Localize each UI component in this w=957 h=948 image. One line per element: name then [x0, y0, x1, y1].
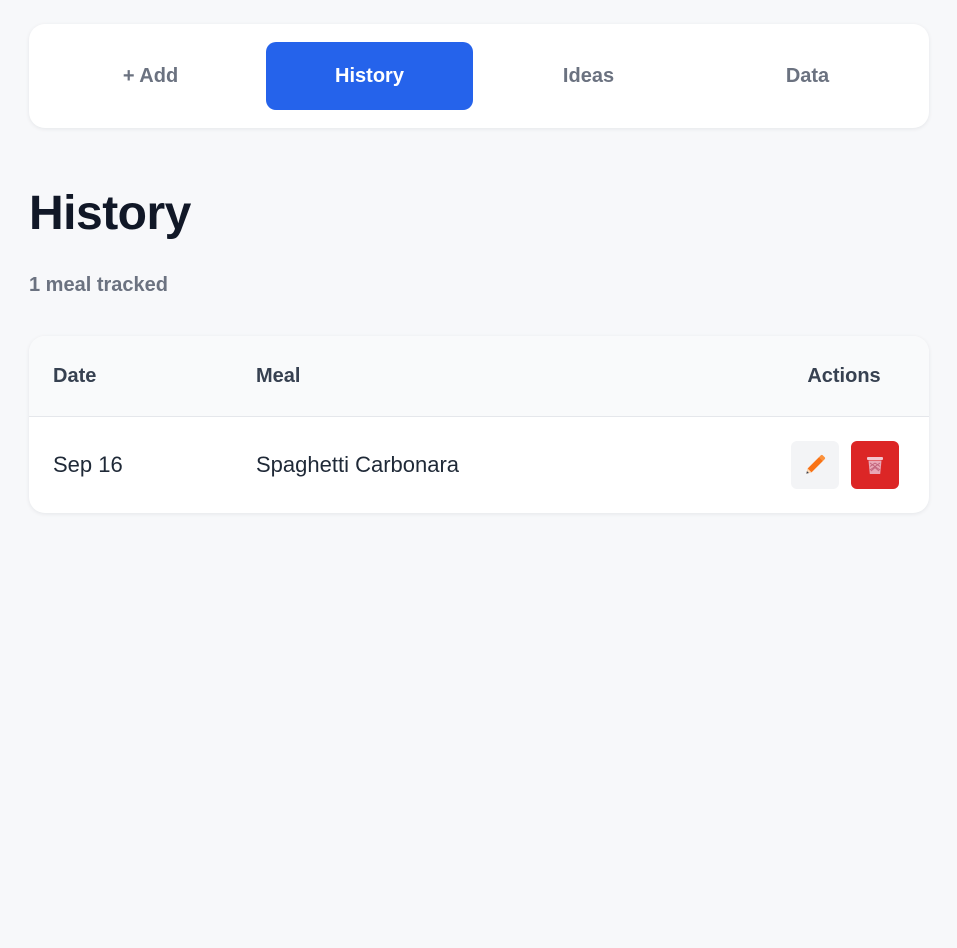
column-header-actions: Actions [807, 364, 881, 387]
delete-button[interactable] [851, 441, 899, 489]
tab-ideas[interactable]: Ideas [485, 42, 692, 110]
meal-count: 1 meal tracked [29, 274, 168, 296]
column-header-meal: Meal [256, 364, 301, 387]
page: + Add History Ideas Data History 1 meal … [0, 0, 957, 948]
row-actions [759, 441, 929, 489]
tab-data[interactable]: Data [704, 42, 911, 110]
row-meal: Spaghetti Carbonara [256, 452, 460, 477]
history-table: Date Meal Actions Sep 16 Spaghetti Carbo… [29, 336, 929, 513]
tab-history[interactable]: History [266, 42, 473, 110]
table-header: Date Meal Actions [29, 336, 929, 417]
row-date: Sep 16 [53, 452, 123, 477]
column-header-date: Date [53, 364, 97, 387]
pencil-icon [806, 454, 826, 474]
tab-add[interactable]: + Add [47, 42, 254, 110]
table-row: Sep 16 Spaghetti Carbonara [29, 417, 929, 513]
top-nav: + Add History Ideas Data [29, 24, 929, 128]
trash-icon [867, 457, 883, 474]
page-title: History [29, 187, 191, 240]
edit-button[interactable] [791, 441, 839, 489]
